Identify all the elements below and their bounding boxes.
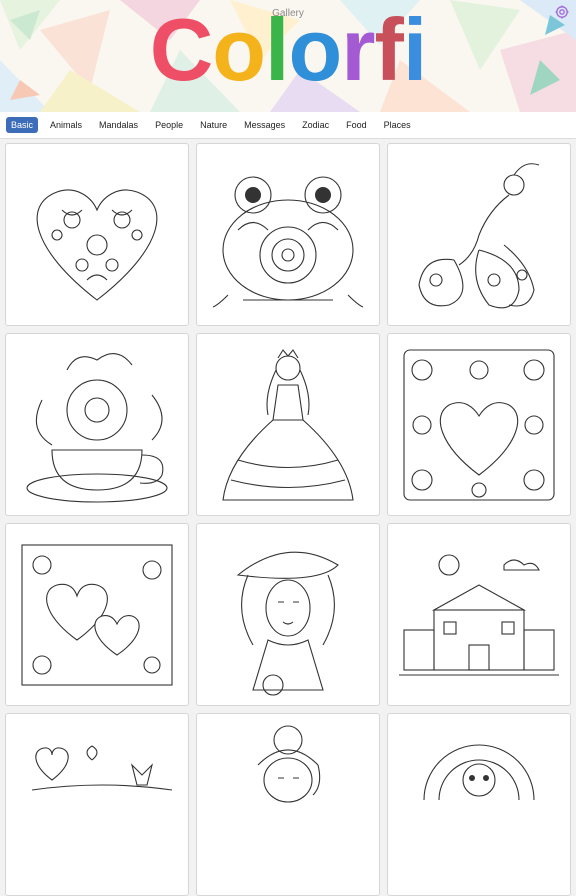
coloring-page-thumbnail [31, 744, 173, 791]
coloring-page-thumbnail [399, 553, 559, 676]
gallery-item-lady-with-hat[interactable] [196, 523, 380, 706]
gallery-item-frog[interactable] [196, 143, 380, 326]
gear-icon [555, 5, 569, 19]
gallery-item-teacup-bouquet[interactable] [5, 333, 189, 516]
gallery-item-mandala-face[interactable] [387, 713, 571, 896]
logo-letter: l [265, 0, 289, 99]
logo-letter: o [212, 0, 266, 99]
tab-basic[interactable]: Basic [6, 117, 39, 133]
tab-food[interactable]: Food [341, 117, 372, 133]
coloring-page-thumbnail [236, 551, 339, 696]
coloring-page-thumbnail [423, 743, 535, 800]
tab-places[interactable]: Places [379, 117, 416, 133]
gallery-grid [5, 143, 571, 896]
app-logo: Colorfi [0, 4, 576, 96]
gallery-item-two-hearts-floral[interactable] [5, 523, 189, 706]
tab-nature[interactable]: Nature [195, 117, 232, 133]
tab-zodiac[interactable]: Zodiac [297, 117, 334, 133]
coloring-page-thumbnail [418, 162, 540, 308]
coloring-page-thumbnail [257, 724, 321, 803]
logo-letter: r [341, 0, 375, 99]
gallery-item-girl-portrait[interactable] [196, 713, 380, 896]
gallery-item-peacock[interactable] [387, 143, 571, 326]
tab-animals[interactable]: Animals [45, 117, 87, 133]
coloring-page-thumbnail [36, 189, 158, 301]
category-tabs: Basic Animals Mandalas People Nature Messages… [0, 112, 576, 139]
tab-people[interactable]: People [150, 117, 188, 133]
gallery-item-school-building[interactable] [387, 523, 571, 706]
coloring-page-thumbnail [403, 348, 555, 501]
logo-letter: o [288, 0, 343, 99]
tab-messages[interactable]: Messages [239, 117, 290, 133]
logo-letter: i [402, 0, 427, 99]
app-header: Gallery Colorfi [0, 0, 576, 112]
gallery-item-floral-frame-heart[interactable] [387, 333, 571, 516]
gallery-item-princess[interactable] [196, 333, 380, 516]
coloring-page-thumbnail [222, 348, 354, 501]
coloring-page-thumbnail [26, 352, 168, 503]
gallery-item-floral-heart[interactable] [5, 143, 189, 326]
gallery-item-hearts-butterflies[interactable] [5, 713, 189, 896]
logo-letter: f [374, 0, 404, 99]
tab-mandalas[interactable]: Mandalas [94, 117, 143, 133]
coloring-page-thumbnail [21, 543, 173, 686]
logo-letter: C [149, 0, 214, 99]
settings-button[interactable] [554, 4, 570, 20]
coloring-page-thumbnail [212, 175, 364, 308]
